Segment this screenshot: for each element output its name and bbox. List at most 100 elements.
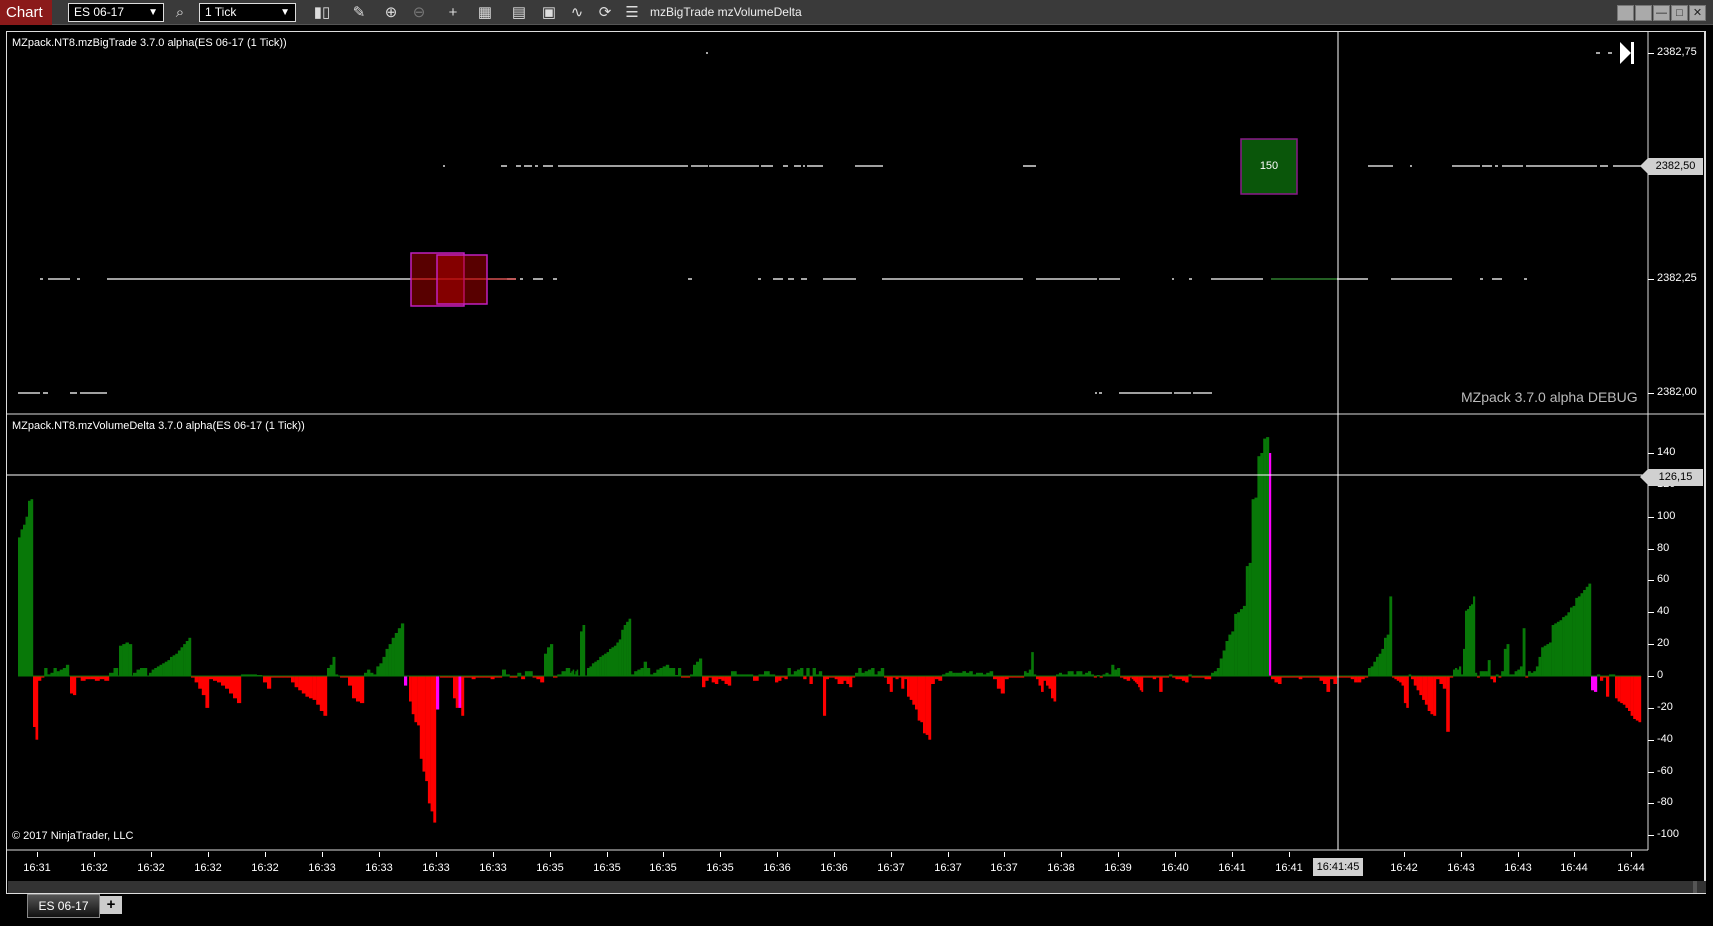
- volume-delta-bar: [659, 668, 663, 676]
- time-tick: [1004, 852, 1005, 857]
- time-tick: [607, 852, 608, 857]
- horizontal-scrollbar[interactable]: [8, 881, 1706, 893]
- volume-delta-bar: [1427, 676, 1431, 711]
- volume-delta-bar: [332, 656, 336, 676]
- volume-delta-bar: [1370, 666, 1374, 676]
- volume-delta-bar: [30, 499, 34, 676]
- volume-delta-bar: [422, 676, 426, 772]
- volume-delta-bar: [576, 669, 579, 676]
- time-tick: [94, 852, 95, 857]
- volume-delta-bar: [912, 676, 916, 705]
- volume-delta-bar: [417, 676, 420, 726]
- volume-delta-bar: [367, 669, 371, 676]
- volume-delta-bar: [1439, 676, 1443, 684]
- volume-delta-bar: [175, 653, 179, 676]
- volume-delta-bar: [1517, 669, 1521, 676]
- volume-delta-bar: [1079, 671, 1083, 676]
- big-trade-sell-box: [436, 254, 488, 305]
- volume-delta-bar: [143, 668, 148, 676]
- volume-delta-bar: [618, 639, 622, 676]
- volume-delta-bar: [561, 671, 566, 676]
- volume-delta-bar: [1630, 676, 1634, 716]
- volume-delta-bar: [1482, 671, 1486, 676]
- volume-delta-bar: [575, 671, 577, 676]
- volume-delta-bar: [1277, 676, 1282, 684]
- volume-delta-bar: [1181, 676, 1186, 681]
- volume-delta-bar: [1401, 676, 1405, 686]
- volume-delta-bar: [356, 676, 361, 702]
- volume-delta-bar: [263, 676, 268, 683]
- volume-delta-bar: [33, 676, 36, 727]
- volume-delta-bar: [1467, 609, 1470, 676]
- volume-delta-bar: [1136, 676, 1139, 684]
- volume-delta-bar: [1260, 453, 1264, 676]
- scrollbar-thumb[interactable]: [1693, 881, 1697, 893]
- volume-delta-bar: [151, 669, 155, 676]
- time-tick: [1518, 852, 1519, 857]
- volume-delta-bar: [849, 676, 853, 688]
- volume-delta-bar: [1373, 661, 1377, 676]
- volume-delta-bar: [1234, 613, 1238, 676]
- time-tick: [379, 852, 380, 857]
- volume-delta-bar: [1457, 669, 1460, 676]
- volume-delta-bar: [1000, 676, 1005, 694]
- volume-delta-bar: [128, 644, 133, 676]
- volume-delta-bar: [1319, 676, 1324, 681]
- volume-delta-bar: [323, 676, 328, 716]
- volume-delta-bar: [1326, 676, 1331, 692]
- time-tick: [265, 852, 266, 857]
- volume-delta-bar: [1479, 671, 1483, 676]
- volume-delta-bar: [430, 676, 434, 812]
- time-axis-label: 16:39: [1104, 862, 1132, 874]
- volume-delta-bar: [391, 637, 395, 676]
- time-axis-label: 16:35: [536, 862, 564, 874]
- volume-delta-bar: [425, 676, 429, 782]
- axis-tick: [1648, 707, 1654, 709]
- volume-delta-bar: [400, 623, 405, 676]
- volume-delta-bar: [319, 676, 324, 711]
- volume-delta-bar: [419, 676, 423, 759]
- volume-delta-bar: [1070, 671, 1074, 676]
- volume-delta-bar: [177, 650, 181, 676]
- value-axis-label: 140: [1657, 445, 1676, 458]
- time-tick: [37, 852, 38, 857]
- volume-delta-bar: [787, 668, 791, 676]
- volume-delta-bar: [1138, 676, 1140, 688]
- tab-es-06-17[interactable]: ES 06-17: [27, 894, 100, 918]
- volume-delta-bar: [1487, 660, 1491, 676]
- volume-delta-bar: [225, 676, 230, 689]
- volume-delta-bar: [1455, 668, 1458, 676]
- volume-delta-bar: [94, 676, 100, 681]
- volume-delta-bar: [1274, 676, 1279, 683]
- volume-delta-bar: [205, 676, 210, 708]
- volume-delta-bar: [678, 668, 682, 676]
- volume-delta-bar: [609, 648, 612, 676]
- volume-delta-bar: [601, 655, 605, 676]
- axis-tick: [1648, 644, 1654, 646]
- axis-tick: [1648, 452, 1654, 454]
- chart-canvas[interactable]: [0, 0, 1713, 926]
- volume-delta-bar: [1503, 648, 1507, 676]
- volume-delta-bar: [1028, 669, 1032, 676]
- volume-delta-bar: [461, 676, 465, 716]
- time-axis-label: 16:41: [1275, 862, 1303, 874]
- value-axis-label: 80: [1657, 541, 1670, 554]
- volume-delta-bar: [1389, 596, 1393, 677]
- axis-tick: [1648, 548, 1654, 550]
- volume-delta-bar: [1465, 610, 1468, 676]
- volume-delta-bar: [316, 676, 320, 705]
- add-tab-button[interactable]: +: [100, 896, 122, 914]
- volume-delta-bar: [125, 642, 129, 676]
- copyright-text: © 2017 NinjaTrader, LLC: [12, 830, 134, 842]
- volume-delta-bar: [1245, 566, 1249, 676]
- volume-delta-bar: [846, 676, 850, 684]
- volume-delta-bar: [1556, 621, 1560, 676]
- time-tick: [1574, 852, 1575, 857]
- scroll-to-end-icon[interactable]: [1620, 42, 1631, 64]
- volume-delta-bar: [1570, 607, 1573, 676]
- volume-delta-bar: [119, 645, 123, 676]
- volume-delta-bar: [696, 661, 700, 676]
- volume-delta-bar: [571, 671, 573, 676]
- volume-delta-bar: [524, 671, 529, 676]
- axis-tick: [1648, 393, 1654, 394]
